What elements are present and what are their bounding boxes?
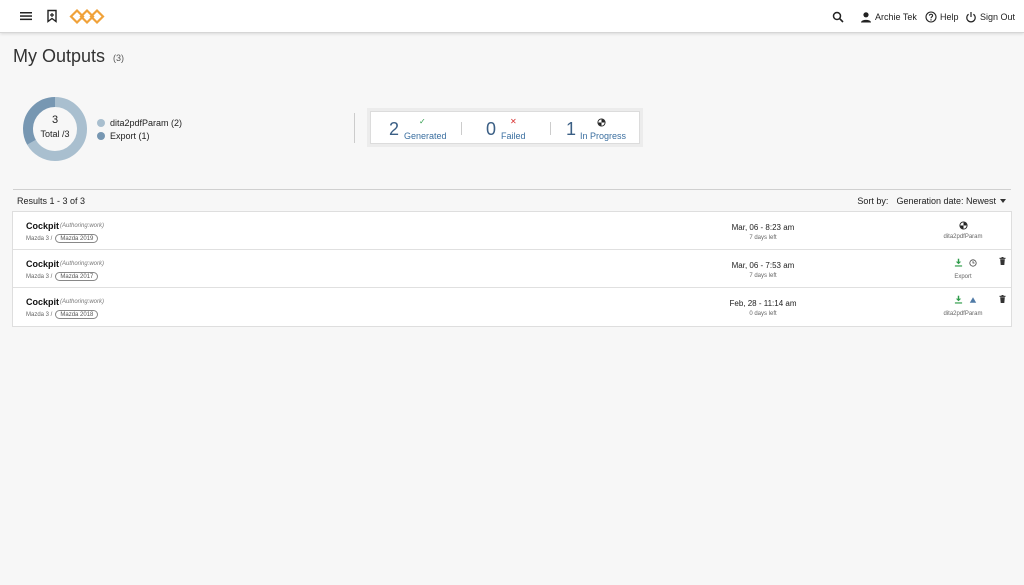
sort-value: Generation date: Newest bbox=[896, 196, 996, 206]
legend-item-dita2pdfparam[interactable]: dita2pdfParam (2) bbox=[97, 116, 182, 129]
delete-icon[interactable] bbox=[999, 295, 1006, 303]
sort-dropdown[interactable]: Generation date: Newest bbox=[896, 196, 1006, 206]
x-icon: ✕ bbox=[510, 117, 517, 126]
delete-icon[interactable] bbox=[999, 257, 1006, 265]
clock-icon[interactable] bbox=[969, 258, 977, 267]
donut-legend: dita2pdfParam (2) Export (1) bbox=[97, 116, 182, 142]
summary-divider bbox=[354, 113, 355, 143]
download-icon[interactable] bbox=[954, 258, 963, 267]
user-menu-button[interactable]: Archie Tek bbox=[860, 11, 917, 23]
sort-control: Sort by: Generation date: Newest bbox=[857, 196, 1006, 206]
user-name: Archie Tek bbox=[875, 11, 917, 22]
stat-in-progress-label: In Progress bbox=[580, 131, 627, 141]
breadcrumb: Mazda 3 / Mazda 2017 bbox=[26, 272, 99, 281]
legend-dot bbox=[97, 118, 105, 127]
row-context: (Authoring:work) bbox=[60, 261, 105, 267]
stat-failed[interactable]: 0 ✕ Failed bbox=[462, 112, 550, 145]
search-icon bbox=[832, 11, 844, 23]
help-icon bbox=[925, 10, 937, 23]
help-label: Help bbox=[940, 11, 959, 22]
results-count: Results 1 - 3 of 3 bbox=[17, 196, 86, 206]
stat-failed-label: Failed bbox=[501, 131, 526, 141]
app-logo[interactable] bbox=[68, 8, 106, 25]
days-left: 7 days left bbox=[749, 273, 777, 279]
user-icon bbox=[861, 11, 871, 22]
output-type: dita2pdfParam bbox=[943, 234, 983, 240]
sort-label: Sort by: bbox=[857, 196, 889, 206]
breadcrumb: Mazda 3 / Mazda 2018 bbox=[26, 310, 99, 319]
warning-icon[interactable] bbox=[969, 296, 977, 304]
donut-total-label: Total /3 bbox=[40, 129, 70, 139]
power-icon bbox=[966, 11, 976, 22]
status-summary: 2 ✓ Generated 0 ✕ Failed 1 In Progress bbox=[370, 111, 640, 144]
generation-date: Feb, 28 - 11:14 am bbox=[729, 299, 797, 308]
output-type: dita2pdfParam bbox=[943, 311, 983, 317]
search-button[interactable] bbox=[832, 0, 844, 33]
row-context: (Authoring:work) bbox=[60, 299, 105, 305]
sign-out-button[interactable]: Sign Out bbox=[965, 11, 1015, 23]
stat-in-progress-value: 1 bbox=[566, 119, 577, 139]
progress-icon bbox=[597, 118, 606, 127]
bookmark-icon[interactable] bbox=[45, 9, 59, 23]
generation-date: Mar, 06 - 8:23 am bbox=[731, 223, 795, 232]
stat-in-progress[interactable]: 1 In Progress bbox=[551, 112, 641, 145]
output-type: Export bbox=[954, 274, 972, 280]
page-count: (3) bbox=[113, 53, 124, 63]
list-item[interactable]: Cockpit (Authoring:work) Mazda 3 / Mazda… bbox=[13, 288, 1011, 326]
stat-generated-value: 2 bbox=[389, 119, 400, 139]
legend-item-export[interactable]: Export (1) bbox=[97, 129, 182, 142]
days-left: 7 days left bbox=[749, 235, 777, 241]
page-title: My Outputs bbox=[13, 46, 106, 66]
breadcrumb-root: Mazda 3 / bbox=[26, 235, 53, 242]
legend-dot bbox=[97, 131, 105, 140]
stat-generated[interactable]: 2 ✓ Generated bbox=[371, 112, 461, 145]
days-left: 0 days left bbox=[749, 311, 777, 317]
breadcrumb-root: Mazda 3 / bbox=[26, 311, 53, 318]
progress-icon bbox=[959, 221, 968, 230]
menu-icon[interactable] bbox=[19, 9, 33, 23]
legend-label: dita2pdfParam (2) bbox=[110, 117, 183, 128]
list-item[interactable]: Cockpit (Authoring:work) Mazda 3 / Mazda… bbox=[13, 250, 1011, 288]
version-tag[interactable]: Mazda 2018 bbox=[55, 310, 99, 319]
outputs-donut-chart: 3 Total /3 bbox=[22, 96, 88, 162]
results-divider bbox=[13, 189, 1011, 190]
version-tag[interactable]: Mazda 2019 bbox=[55, 234, 99, 243]
stat-generated-label: Generated bbox=[404, 131, 447, 141]
help-button[interactable]: Help bbox=[925, 10, 959, 23]
donut-total-value: 3 bbox=[51, 114, 59, 126]
legend-label: Export (1) bbox=[110, 130, 150, 141]
version-tag[interactable]: Mazda 2017 bbox=[55, 272, 99, 281]
generation-date: Mar, 06 - 7:53 am bbox=[731, 261, 795, 270]
row-title: Cockpit bbox=[26, 259, 60, 269]
top-bar: Archie Tek Help Sign Out bbox=[0, 0, 1024, 33]
stat-failed-value: 0 bbox=[486, 119, 497, 139]
check-icon: ✓ bbox=[419, 117, 426, 126]
list-item[interactable]: Cockpit (Authoring:work) Mazda 3 / Mazda… bbox=[13, 212, 1011, 250]
row-title: Cockpit bbox=[26, 297, 60, 307]
breadcrumb: Mazda 3 / Mazda 2019 bbox=[26, 234, 99, 243]
row-context: (Authoring:work) bbox=[60, 223, 105, 229]
download-icon[interactable] bbox=[954, 295, 963, 304]
breadcrumb-root: Mazda 3 / bbox=[26, 273, 53, 280]
row-title: Cockpit bbox=[26, 221, 60, 231]
chevron-down-icon bbox=[1000, 199, 1006, 203]
outputs-list: Cockpit (Authoring:work) Mazda 3 / Mazda… bbox=[12, 211, 1012, 327]
sign-out-label: Sign Out bbox=[980, 11, 1016, 22]
